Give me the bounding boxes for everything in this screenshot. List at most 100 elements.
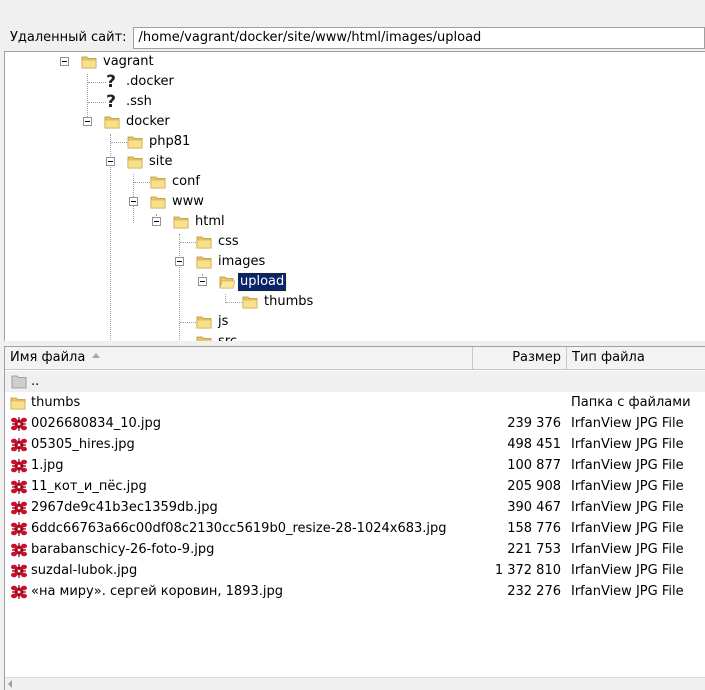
folder-icon xyxy=(81,55,97,69)
irfanview-icon xyxy=(10,478,28,495)
folder-icon xyxy=(242,295,258,309)
tree-node-site[interactable]: site xyxy=(147,153,174,171)
folder-up-icon xyxy=(11,375,27,389)
tree-node-thumbs[interactable]: thumbs xyxy=(262,293,315,311)
folder-icon xyxy=(127,135,143,149)
top-strip xyxy=(0,0,705,24)
file-name: barabanschicy-26-foto-9.jpg xyxy=(31,542,215,557)
file-type: Папка с файлами xyxy=(571,395,691,410)
file-name: «на миру». сергей коровин, 1893.jpg xyxy=(31,584,283,599)
tree-node-vagrant[interactable]: vagrant xyxy=(101,53,156,71)
collapse-toggle-icon[interactable] xyxy=(175,257,184,266)
file-row[interactable]: 05305_hires.jpg 498 451 IrfanView JPG Fi… xyxy=(5,434,705,455)
file-type: IrfanView JPG File xyxy=(571,542,684,557)
file-name: .. xyxy=(31,374,40,389)
file-size: 390 467 xyxy=(507,500,561,515)
file-size: 158 776 xyxy=(507,521,561,536)
tree-node-css[interactable]: css xyxy=(216,233,241,251)
file-type: IrfanView JPG File xyxy=(571,458,684,473)
file-type: IrfanView JPG File xyxy=(571,563,684,578)
file-name: 6ddc66763a66c00df08c2130cc5619b0_resize-… xyxy=(31,521,447,536)
file-type: IrfanView JPG File xyxy=(571,521,684,536)
file-size: 1 372 810 xyxy=(494,563,561,578)
folder-icon xyxy=(196,315,212,329)
remote-file-list[interactable]: Имя файла Размер Тип файла .. thumbs Пап… xyxy=(4,346,705,690)
folder-icon xyxy=(10,397,26,410)
tree-node-docker[interactable]: docker xyxy=(124,113,172,131)
file-size: 100 877 xyxy=(507,458,561,473)
file-name: 1.jpg xyxy=(31,458,64,473)
file-row[interactable]: 2967de9c41b3ec1359db.jpg 390 467 IrfanVi… xyxy=(5,497,705,518)
file-row[interactable]: thumbs Папка с файлами xyxy=(5,392,705,413)
tree-line xyxy=(179,234,180,342)
tree-node-dot-docker[interactable]: .docker xyxy=(124,73,176,91)
folder-icon xyxy=(104,115,120,129)
tree-node-php81[interactable]: php81 xyxy=(147,133,192,151)
file-name: thumbs xyxy=(31,395,81,410)
irfanview-icon xyxy=(10,415,28,432)
folder-icon xyxy=(196,235,212,249)
file-row[interactable]: suzdal-lubok.jpg 1 372 810 IrfanView JPG… xyxy=(5,560,705,581)
file-row[interactable]: 0026680834_10.jpg 239 376 IrfanView JPG … xyxy=(5,413,705,434)
collapse-toggle-icon[interactable] xyxy=(198,277,207,286)
remote-site-label: Удаленный сайт: xyxy=(10,30,127,45)
collapse-toggle-icon[interactable] xyxy=(106,157,115,166)
irfanview-icon xyxy=(10,436,28,453)
collapse-toggle-icon[interactable] xyxy=(129,197,138,206)
column-header-type[interactable]: Тип файла xyxy=(567,347,705,369)
file-row[interactable]: «на миру». сергей коровин, 1893.jpg 232 … xyxy=(5,581,705,602)
file-row[interactable]: 6ddc66763a66c00df08c2130cc5619b0_resize-… xyxy=(5,518,705,539)
file-size: 498 451 xyxy=(507,437,561,452)
irfanview-icon xyxy=(10,562,28,579)
horizontal-scrollbar[interactable] xyxy=(5,677,705,690)
question-mark-icon: ? xyxy=(106,72,116,92)
tree-node-html[interactable]: html xyxy=(193,213,227,231)
irfanview-icon xyxy=(10,457,28,474)
file-row[interactable]: barabanschicy-26-foto-9.jpg 221 753 Irfa… xyxy=(5,539,705,560)
file-size: 232 276 xyxy=(507,584,561,599)
file-size: 205 908 xyxy=(507,479,561,494)
column-header-name[interactable]: Имя файла xyxy=(5,347,473,369)
file-type: IrfanView JPG File xyxy=(571,437,684,452)
collapse-toggle-icon[interactable] xyxy=(83,117,92,126)
tree-node-conf[interactable]: conf xyxy=(170,173,202,191)
file-size: 221 753 xyxy=(507,542,561,557)
tree-node-js[interactable]: js xyxy=(216,313,230,331)
scroll-left-arrow-icon[interactable] xyxy=(8,680,12,688)
folder-icon xyxy=(173,215,189,229)
tree-node-dot-ssh[interactable]: .ssh xyxy=(124,93,154,111)
question-mark-icon: ? xyxy=(106,92,116,112)
irfanview-icon xyxy=(10,499,28,516)
column-size-label: Размер xyxy=(512,350,561,365)
file-row-parent[interactable]: .. xyxy=(5,371,705,392)
folder-icon xyxy=(150,175,166,189)
irfanview-icon xyxy=(10,541,28,558)
file-type: IrfanView JPG File xyxy=(571,584,684,599)
tree-node-www[interactable]: www xyxy=(170,193,206,211)
collapse-toggle-icon[interactable] xyxy=(60,57,69,66)
file-type: IrfanView JPG File xyxy=(571,500,684,515)
remote-path-input[interactable]: /home/vagrant/docker/site/www/html/image… xyxy=(132,27,705,49)
remote-directory-tree[interactable]: vagrant ? .docker ? .ssh docker php81 si… xyxy=(4,51,705,342)
file-name: 11_кот_и_пёс.jpg xyxy=(31,479,147,494)
file-name: 2967de9c41b3ec1359db.jpg xyxy=(31,500,218,515)
irfanview-icon xyxy=(10,520,28,537)
file-list-header: Имя файла Размер Тип файла xyxy=(5,347,705,370)
tree-node-upload[interactable]: upload xyxy=(236,272,288,292)
folder-open-icon xyxy=(219,275,235,289)
file-row[interactable]: 11_кот_и_пёс.jpg 205 908 IrfanView JPG F… xyxy=(5,476,705,497)
file-size: 239 376 xyxy=(507,416,561,431)
collapse-toggle-icon[interactable] xyxy=(152,217,161,226)
file-name: suzdal-lubok.jpg xyxy=(31,563,138,578)
column-name-label: Имя файла xyxy=(10,350,86,365)
column-header-size[interactable]: Размер xyxy=(473,347,567,369)
tree-node-images[interactable]: images xyxy=(216,253,267,271)
irfanview-icon xyxy=(10,583,28,600)
file-name: 0026680834_10.jpg xyxy=(31,416,161,431)
remote-site-bar: Удаленный сайт: /home/vagrant/docker/sit… xyxy=(4,27,705,49)
file-row[interactable]: 1.jpg 100 877 IrfanView JPG File xyxy=(5,455,705,476)
file-type: IrfanView JPG File xyxy=(571,416,684,431)
folder-icon xyxy=(150,195,166,209)
sort-ascending-icon xyxy=(92,353,101,358)
file-type: IrfanView JPG File xyxy=(571,479,684,494)
